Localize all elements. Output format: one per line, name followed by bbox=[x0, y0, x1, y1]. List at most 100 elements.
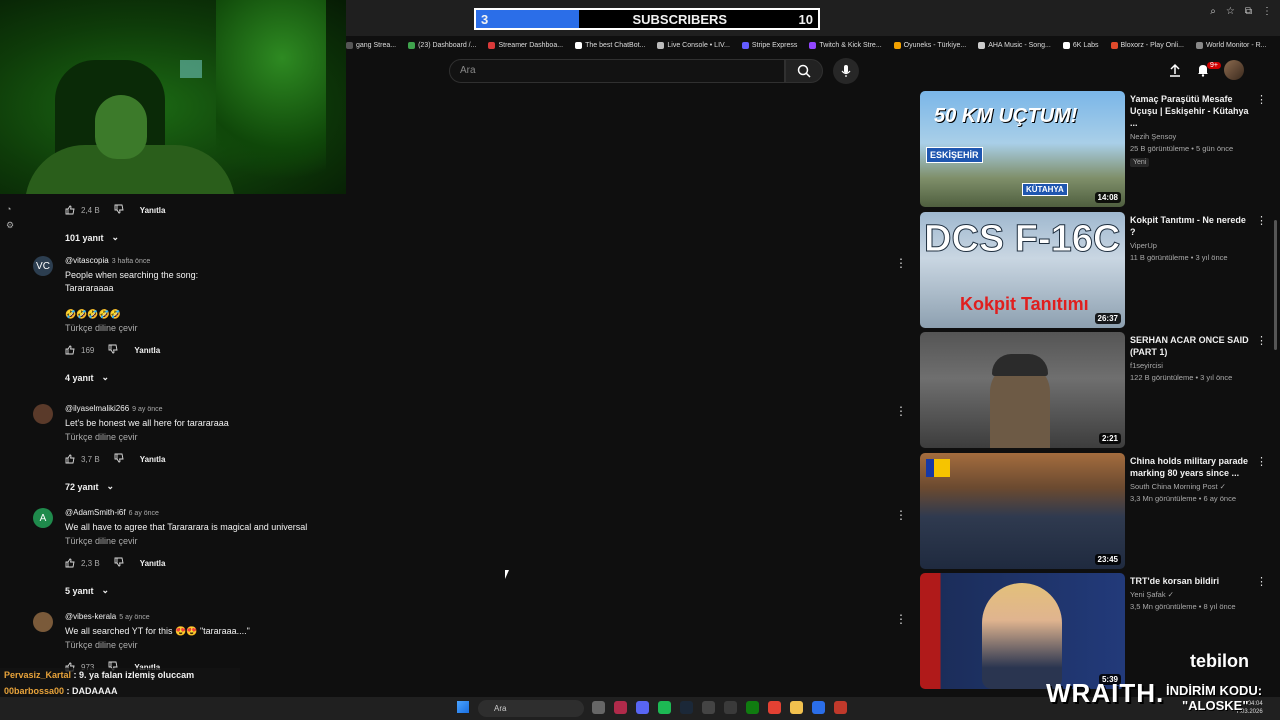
zoom-icon[interactable]: ⌕ bbox=[1210, 6, 1216, 17]
bookmark-star-icon[interactable]: ☆ bbox=[1226, 6, 1235, 17]
bookmark-item[interactable]: AHA Music - Song... bbox=[978, 38, 1051, 52]
video-menu-icon[interactable]: ⋮ bbox=[1256, 93, 1267, 106]
video-title[interactable]: Kokpit Tanıtımı - Ne nerede ? bbox=[1130, 214, 1250, 238]
reply-button[interactable]: Yanıtla bbox=[140, 206, 166, 215]
video-menu-icon[interactable]: ⋮ bbox=[1256, 334, 1267, 347]
dislike-button[interactable] bbox=[114, 204, 124, 216]
comment-author[interactable]: @AdamSmith-i6f bbox=[65, 508, 126, 517]
task-view-icon[interactable] bbox=[592, 701, 605, 714]
extension-icon[interactable]: ⧉ bbox=[1245, 6, 1252, 17]
comment-avatar[interactable] bbox=[33, 404, 53, 424]
steam-icon[interactable] bbox=[680, 701, 693, 714]
related-video-card[interactable]: DCS F-16C Kokpit Tanıtımı 26:37 Kokpit Tanı… bbox=[920, 211, 1270, 328]
windows-start-icon[interactable] bbox=[457, 701, 469, 713]
related-video-card[interactable]: 23:45 China holds military parade marking… bbox=[920, 452, 1270, 569]
dislike-button[interactable] bbox=[108, 344, 118, 356]
video-channel[interactable]: Yeni Şafak ✓ bbox=[1130, 590, 1250, 599]
video-duration: 2:21 bbox=[1098, 433, 1121, 444]
xbox-icon[interactable] bbox=[746, 701, 759, 714]
comment-author[interactable]: @vibes-kerala bbox=[65, 612, 116, 621]
chrome-icon[interactable] bbox=[768, 701, 781, 714]
thumbnail-anchor bbox=[982, 583, 1062, 689]
replies-toggle[interactable]: 72 yanıt ⌄ bbox=[65, 481, 114, 492]
account-avatar[interactable] bbox=[1224, 60, 1244, 80]
translate-link[interactable]: Türkçe diline çevir bbox=[65, 323, 198, 333]
spotify-icon[interactable] bbox=[658, 701, 671, 714]
comment-date[interactable]: 3 hafta önce bbox=[112, 258, 151, 265]
menu-dots-icon[interactable]: ⋮ bbox=[1262, 6, 1272, 17]
bookmark-item[interactable]: Twitch & Kick Stre... bbox=[809, 38, 882, 52]
like-button[interactable]: 2,3 B bbox=[65, 558, 100, 568]
like-button[interactable]: 3,7 B bbox=[65, 454, 100, 464]
video-thumbnail[interactable]: 5:39 bbox=[920, 573, 1125, 689]
voice-search-button[interactable] bbox=[833, 58, 859, 84]
video-title[interactable]: TRT'de korsan bildiri bbox=[1130, 575, 1250, 587]
related-video-card[interactable]: 2:21 SERHAN ACAR ONCE SAID (PART 1) f1seyi… bbox=[920, 332, 1270, 448]
bookmark-item[interactable]: Oyuneks - Türkiye... bbox=[893, 38, 966, 52]
comment-avatar[interactable] bbox=[33, 612, 53, 632]
video-thumbnail[interactable]: 2:21 bbox=[920, 332, 1125, 448]
comment-menu-icon[interactable]: ⋮ bbox=[895, 508, 907, 522]
dislike-button[interactable] bbox=[114, 557, 124, 569]
comment-date[interactable]: 5 ay önce bbox=[119, 614, 149, 621]
video-thumbnail[interactable]: 50 KM UÇTUM! ESKİŞEHİR KÜTAHYA 14:08 bbox=[920, 91, 1125, 207]
video-thumbnail[interactable]: 23:45 bbox=[920, 452, 1125, 569]
video-title[interactable]: China holds military parade marking 80 y… bbox=[1130, 455, 1250, 479]
header-actions bbox=[1168, 60, 1244, 80]
video-channel[interactable]: f1seyircisi bbox=[1130, 361, 1250, 370]
video-channel[interactable]: ViperUp bbox=[1130, 241, 1250, 250]
replies-toggle[interactable]: 101 yanıt ⌄ bbox=[65, 232, 119, 243]
translate-link[interactable]: Türkçe diline çevir bbox=[65, 640, 250, 650]
comment-menu-icon[interactable]: ⋮ bbox=[895, 612, 907, 626]
taskbar-search[interactable]: Ara bbox=[478, 700, 584, 717]
video-title[interactable]: SERHAN ACAR ONCE SAID (PART 1) bbox=[1130, 334, 1250, 358]
video-menu-icon[interactable]: ⋮ bbox=[1256, 214, 1267, 227]
bookmark-item[interactable]: Stripe Express bbox=[741, 38, 797, 52]
replies-toggle[interactable]: 4 yanıt ⌄ bbox=[65, 372, 109, 383]
comment-date[interactable]: 6 ay önce bbox=[129, 510, 159, 517]
file-explorer-icon[interactable] bbox=[790, 701, 803, 714]
obs-icon[interactable] bbox=[614, 701, 627, 714]
like-count: 2,4 B bbox=[81, 205, 100, 215]
app-icon[interactable] bbox=[834, 701, 847, 714]
reply-button[interactable]: Yanıtla bbox=[140, 559, 166, 568]
video-channel[interactable]: South China Morning Post ✓ bbox=[1130, 482, 1250, 491]
search-input[interactable]: Ara bbox=[449, 59, 785, 83]
bookmark-item[interactable]: 6K Labs bbox=[1062, 38, 1099, 52]
related-video-card[interactable]: 50 KM UÇTUM! ESKİŞEHİR KÜTAHYA 14:08 Yamaç P… bbox=[920, 91, 1270, 207]
video-channel[interactable]: Nezih Şensoy bbox=[1130, 132, 1250, 141]
bookmark-item[interactable]: Live Console • LIV... bbox=[657, 38, 730, 52]
translate-link[interactable]: Türkçe diline çevir bbox=[65, 536, 307, 546]
bookmark-item[interactable]: Streamer Dashboa... bbox=[488, 38, 563, 52]
bookmark-item[interactable]: Bloxorz - Play Onli... bbox=[1110, 38, 1184, 52]
bookmark-item[interactable]: gang Strea... bbox=[346, 38, 396, 52]
related-scrollbar[interactable] bbox=[1274, 220, 1277, 350]
bookmark-item[interactable]: (23) Dashboard /... bbox=[408, 38, 476, 52]
replies-toggle[interactable]: 5 yanıt ⌄ bbox=[65, 585, 109, 596]
comment-author[interactable]: @vitascopia bbox=[65, 256, 109, 265]
comment-avatar[interactable]: A bbox=[33, 508, 53, 528]
comment-date[interactable]: 9 ay önce bbox=[132, 406, 162, 413]
capcut-icon[interactable] bbox=[724, 701, 737, 714]
dislike-button[interactable] bbox=[114, 453, 124, 465]
upload-icon[interactable] bbox=[1168, 63, 1182, 77]
bookmark-item[interactable]: The best ChatBot... bbox=[575, 38, 645, 52]
discord-icon[interactable] bbox=[636, 701, 649, 714]
vpn-icon[interactable] bbox=[812, 701, 825, 714]
video-thumbnail[interactable]: DCS F-16C Kokpit Tanıtımı 26:37 bbox=[920, 211, 1125, 328]
comment-author[interactable]: @ilyaselmaliki266 bbox=[65, 404, 129, 413]
like-button[interactable]: 2,4 B bbox=[65, 205, 100, 215]
translate-link[interactable]: Türkçe diline çevir bbox=[65, 432, 229, 442]
bookmark-item[interactable]: World Monitor - R... bbox=[1195, 38, 1267, 52]
video-title[interactable]: Yamaç Paraşütü Mesafe Uçuşu | Eskişehir … bbox=[1130, 93, 1250, 129]
video-menu-icon[interactable]: ⋮ bbox=[1256, 455, 1267, 468]
reply-button[interactable]: Yanıtla bbox=[140, 455, 166, 464]
comment-menu-icon[interactable]: ⋮ bbox=[895, 404, 907, 418]
like-button[interactable]: 169 bbox=[65, 345, 94, 355]
comment-avatar[interactable]: VC bbox=[33, 256, 53, 276]
reply-button[interactable]: Yanıtla bbox=[134, 346, 160, 355]
epic-games-icon[interactable] bbox=[702, 701, 715, 714]
comment-menu-icon[interactable]: ⋮ bbox=[895, 256, 907, 270]
search-button[interactable] bbox=[785, 59, 823, 83]
video-menu-icon[interactable]: ⋮ bbox=[1256, 575, 1267, 588]
